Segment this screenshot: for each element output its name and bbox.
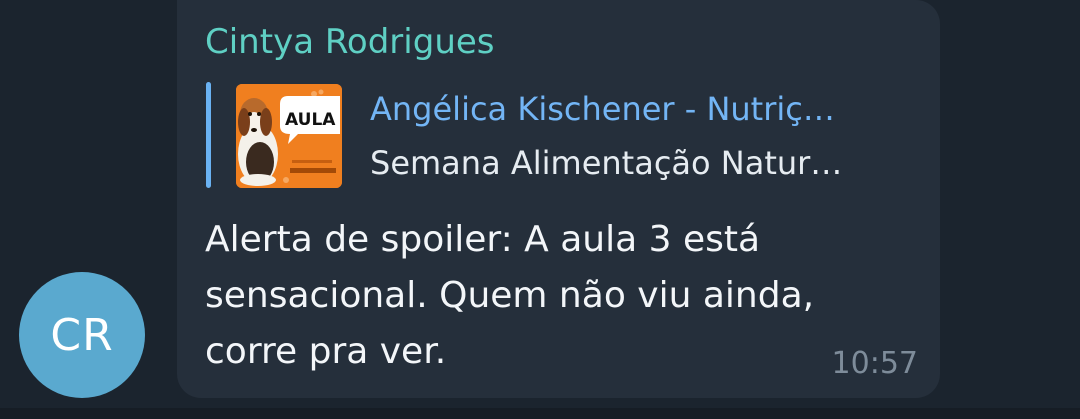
reply-title: Angélica Kischener - Nutriç… [370, 90, 835, 128]
message-text: Alerta de spoiler: A aula 3 está sensaci… [205, 219, 815, 372]
thumbnail-image: AULA [236, 84, 342, 188]
reply-text: Semana Alimentação Natur… [370, 144, 843, 182]
thumbnail-aula-text: AULA [285, 110, 336, 130]
message-time: 10:57 [831, 346, 918, 381]
chat-bottom-strip [0, 408, 1080, 419]
reply-thumbnail: AULA [236, 84, 342, 188]
reply-preview[interactable]: AULA Angélica Kischener - Nutriç… Semana… [206, 82, 916, 190]
sender-name[interactable]: Cintya Rodrigues [205, 22, 495, 62]
message-bubble[interactable]: Cintya Rodrigues AULA Angélica Kischener… [177, 0, 940, 398]
avatar-initials: CR [50, 309, 114, 361]
reply-bar [206, 82, 211, 188]
avatar[interactable]: CR [19, 272, 145, 398]
